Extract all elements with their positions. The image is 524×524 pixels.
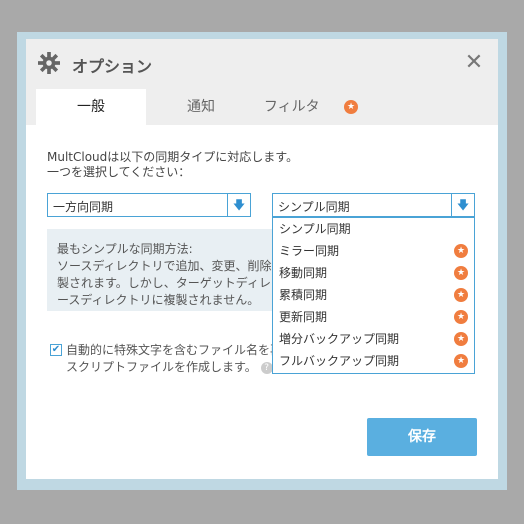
dropdown-option-mirror-sync[interactable]: ミラー同期 ★: [273, 240, 474, 262]
option-label: 移動同期: [279, 266, 328, 280]
option-label: シンプル同期: [279, 222, 351, 236]
description-line: MultCloudは以下の同期タイプに対応します。: [47, 150, 299, 164]
select-value: シンプル同期: [278, 200, 350, 214]
premium-star-icon: ★: [454, 310, 468, 324]
sync-type-dropdown: シンプル同期 ミラー同期 ★ 移動同期 ★ 累積同期 ★ 更新同期 ★ 増分バッ…: [272, 217, 475, 374]
tab-filter[interactable]: フィルタ ★: [256, 89, 366, 125]
dropdown-option-simple-sync[interactable]: シンプル同期: [273, 218, 474, 240]
info-line: ースディレクトリに複製されません。: [57, 293, 260, 307]
option-label: 累積同期: [279, 288, 328, 302]
gear-icon: [38, 52, 60, 74]
info-line: ソースディレクトリで追加、変更、削除され: [57, 259, 272, 273]
option-label: 更新同期: [279, 310, 328, 324]
dialog-header: オプション ✕ 一般 通知 フィルタ ★: [26, 39, 498, 125]
premium-star-icon: ★: [454, 332, 468, 346]
options-dialog: オプション ✕ 一般 通知 フィルタ ★ MultCloudは以下の同期タイプに…: [26, 39, 498, 479]
save-button[interactable]: 保存: [367, 418, 477, 456]
dropdown-option-update-sync[interactable]: 更新同期 ★: [273, 306, 474, 328]
dropdown-option-cumulative-sync[interactable]: 累積同期 ★: [273, 284, 474, 306]
auto-rename-label: 自動的に特殊文字を含むファイル名を再 スクリプトファイルを作成します。 ?: [66, 342, 272, 376]
tab-general[interactable]: 一般: [36, 89, 146, 125]
premium-star-icon: ★: [454, 288, 468, 302]
premium-star-icon: ★: [454, 266, 468, 280]
dropdown-option-move-sync[interactable]: 移動同期 ★: [273, 262, 474, 284]
auto-rename-checkbox[interactable]: ✔: [50, 344, 62, 356]
dropdown-option-incremental-backup-sync[interactable]: 増分バックアップ同期 ★: [273, 328, 474, 350]
premium-star-icon: ★: [454, 244, 468, 258]
info-line: 最もシンプルな同期方法:: [57, 242, 193, 256]
sync-direction-select[interactable]: 一方向同期 🡇: [47, 193, 251, 217]
sync-info-box: 最もシンプルな同期方法: ソースディレクトリで追加、変更、削除され 製されます。…: [47, 229, 272, 311]
auto-rename-line: スクリプトファイルを作成します。 ?: [66, 359, 272, 376]
premium-star-icon: ★: [454, 354, 468, 368]
dialog-title: オプション: [72, 57, 153, 76]
option-label: 増分バックアップ同期: [279, 332, 400, 346]
help-icon[interactable]: ?: [260, 361, 272, 374]
chevron-down-icon[interactable]: 🡇: [227, 194, 250, 216]
auto-rename-line-text: スクリプトファイルを作成します。: [66, 360, 257, 374]
tab-label: 一般: [77, 99, 105, 115]
select-value: 一方向同期: [53, 200, 114, 214]
option-label: ミラー同期: [279, 244, 340, 258]
sync-description: MultCloudは以下の同期タイプに対応します。 一つを選択してください：: [47, 150, 298, 180]
chevron-down-icon[interactable]: 🡇: [451, 194, 474, 216]
tab-label: フィルタ: [263, 99, 320, 115]
info-line: 製されます。しかし、ターゲットディレクトリで: [57, 276, 272, 290]
auto-rename-line: 自動的に特殊文字を含むファイル名を再: [66, 343, 272, 357]
close-icon[interactable]: ✕: [464, 52, 484, 74]
tab-label: 通知: [187, 99, 215, 115]
option-label: フルバックアップ同期: [279, 354, 400, 368]
premium-star-icon: ★: [344, 100, 359, 114]
dropdown-option-full-backup-sync[interactable]: フルバックアップ同期 ★: [273, 350, 474, 372]
description-line: 一つを選択してください：: [47, 165, 191, 179]
sync-type-select[interactable]: シンプル同期 🡇: [272, 193, 475, 217]
tab-notification[interactable]: 通知: [146, 89, 256, 125]
